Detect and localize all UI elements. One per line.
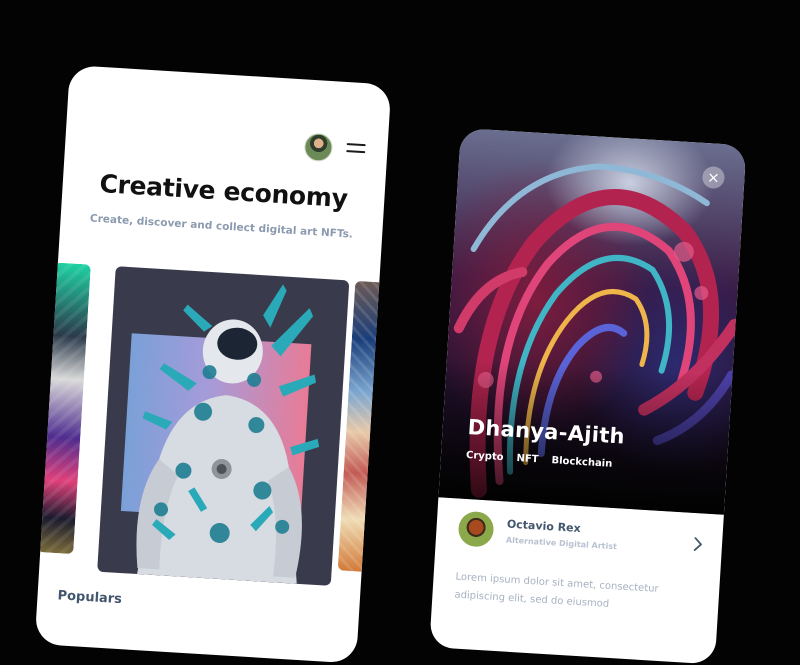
discover-screen: Creative economy Create, discover and co… bbox=[34, 65, 392, 664]
page-title: Creative economy bbox=[98, 169, 349, 214]
creator-role: Alternative Digital Artist bbox=[505, 535, 618, 552]
creator-avatar bbox=[457, 510, 495, 548]
astronaut-artwork bbox=[136, 284, 320, 584]
page-subtitle: Create, discover and collect digital art… bbox=[89, 212, 354, 241]
user-avatar[interactable] bbox=[303, 132, 334, 163]
carousel-card-previous[interactable] bbox=[37, 262, 91, 555]
tag-crypto[interactable]: Crypto bbox=[466, 450, 504, 463]
creator-name: Octavio Rex bbox=[506, 517, 582, 536]
nft-detail-screen: × Dhanya-Ajith Crypto NFT Blockchain Oct… bbox=[429, 128, 747, 665]
section-heading-populars: Populars bbox=[57, 588, 123, 608]
tag-nft[interactable]: NFT bbox=[516, 453, 539, 465]
artwork-hero-image: × Dhanya-Ajith Crypto NFT Blockchain bbox=[438, 128, 747, 515]
close-icon: × bbox=[706, 168, 721, 187]
featured-nft-card[interactable] bbox=[97, 266, 350, 586]
hamburger-menu-icon[interactable] bbox=[346, 142, 366, 155]
chevron-right-icon[interactable] bbox=[693, 537, 704, 552]
